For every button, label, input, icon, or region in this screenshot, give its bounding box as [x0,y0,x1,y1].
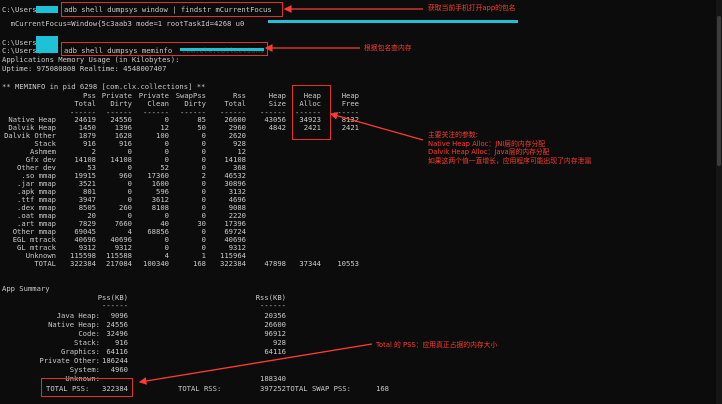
summary-label: System: [69,365,100,374]
table-cell: 322384 [220,259,246,268]
summary-label: Stack: [74,338,100,347]
summary-label: Java Heap: [56,311,100,320]
table-cell: 0 [164,243,169,252]
redacted-focus-highlight [268,20,518,23]
table-cell: 0 [201,227,206,236]
table-cell: 0 [201,195,206,204]
total-rss-label: TOTAL RSS: [178,384,222,393]
table-cell: 0 [164,235,169,244]
table-cell: 0 [201,179,206,188]
total-rss-value: 397252 [260,384,286,393]
table-cell: 0 [127,179,132,188]
table-cell: 0 [201,131,206,140]
summary-rss-value: 20356 [264,311,286,320]
table-cell: 0 [201,243,206,252]
summary-pss-value: 32496 [106,329,128,338]
table-cell: 217084 [106,259,132,268]
heap-alloc-box [292,85,331,140]
summary-rss-value: 928 [273,338,286,347]
table-cell: 0 [201,163,206,172]
summary-label: Code: [78,329,100,338]
annotation-heap-note: 如果这两个值一直增长，应用程序可能出现了内存泄漏 [428,156,592,165]
column-header: Total [224,99,246,108]
summary-label: Native Heap: [48,320,100,329]
redacted-user-highlight [36,6,58,13]
table-cell: 0 [201,203,206,212]
table-cell: 30 [197,219,206,228]
summary-rss-value: 64116 [264,347,286,356]
table-cell: 0 [201,187,206,196]
summary-rss-value: 96912 [264,329,286,338]
table-cell: 37344 [299,259,321,268]
total-swap-label: TOTAL SWAP PSS: [286,384,351,393]
summary-rss-value: 188340 [260,374,286,383]
summary-pss-value: 916 [115,338,128,347]
column-header: Clean [147,99,169,108]
table-cell: 100 [156,131,169,140]
scrollbar[interactable] [716,0,722,404]
table-cell: 50 [197,123,206,132]
table-cell: 168 [193,259,206,268]
summary-pss-value: 4960 [110,365,128,374]
annotation-total-pss: Total 的 PSS：应用真正占据的内存大小 [376,341,498,349]
column-header: Dirty [184,99,206,108]
command-highlight-box [61,2,283,17]
table-cell: 0 [127,187,132,196]
summary-pss-value: 64116 [106,347,128,356]
total-swap-value: 168 [376,384,389,393]
scrollbar-thumb[interactable] [717,16,721,166]
summary-rss-value: 26600 [264,320,286,329]
row-label: TOTAL [34,259,56,268]
table-cell: 0 [164,147,169,156]
table-cell: 68856 [147,227,169,236]
app-summary-title: App Summary [2,284,50,293]
total-pss-box [41,378,133,397]
table-cell: 0 [201,155,206,164]
summary-divider: ------ [260,301,286,310]
table-cell: 2 [201,171,206,180]
table-cell: 0 [164,139,169,148]
table-cell: 960 [119,171,132,180]
focus-output-text: mCurrentFocus=Window{5c3aab3 mode=1 root… [2,19,245,28]
column-header: Dirty [110,99,132,108]
summary-label: Graphics: [61,347,100,356]
table-cell: 7660 [114,219,132,228]
table-cell: 0 [201,235,206,244]
redacted-user-highlight [36,44,58,53]
uptime-text: Uptime: 975080808 Realtime: 4548007407 [2,64,167,73]
command-highlight-box [61,42,268,56]
summary-label: Private Other: [39,356,100,365]
table-cell: 10553 [337,259,359,268]
summary-pss-value: 9096 [110,311,128,320]
annotation-package-name: 获取当前手机打开app的包名 [428,4,516,12]
meminfo-title: ** MEMINFO in pid 6298 [com.clx.collecti… [2,82,206,91]
table-cell: 260 [119,203,132,212]
memory-usage-text: Applications Memory Usage (in Kilobytes)… [2,55,180,64]
table-cell: 100340 [143,259,169,268]
summary-divider: ------ [102,301,128,310]
summary-pss-value: 24556 [106,320,128,329]
table-cell: 0 [201,139,206,148]
table-cell: 14108 [110,155,132,164]
annotation-meminfo: 根据包名查内存 [364,44,412,52]
table-cell: 916 [119,139,132,148]
table-cell: 0 [201,147,206,156]
summary-pss-value: 186244 [102,356,128,365]
table-cell: 8108 [151,203,169,212]
